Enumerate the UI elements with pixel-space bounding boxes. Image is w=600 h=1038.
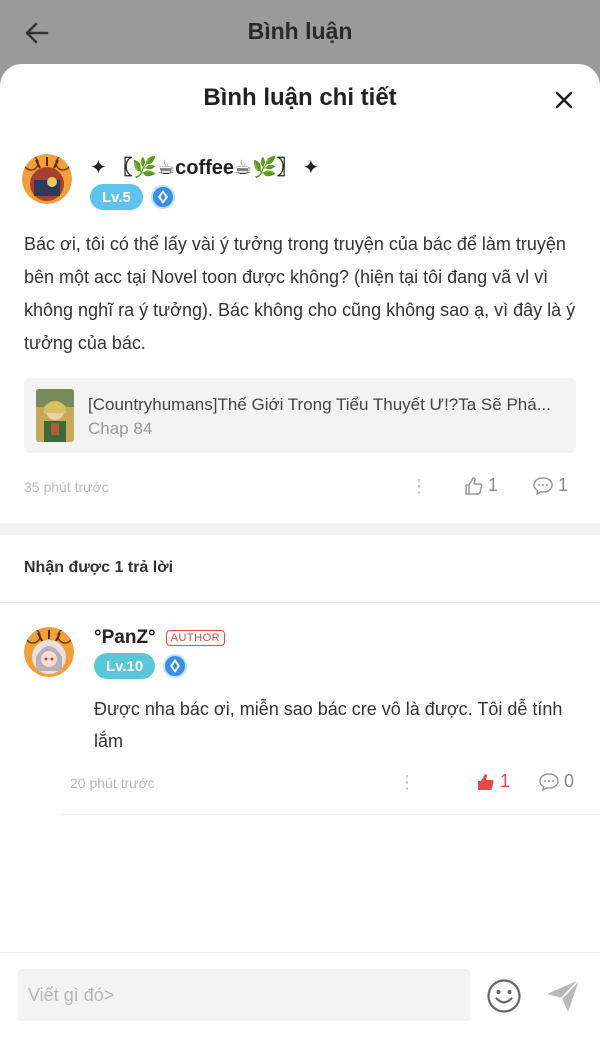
close-button[interactable] xyxy=(550,86,578,114)
avatar[interactable] xyxy=(24,627,74,677)
send-icon xyxy=(547,979,580,1012)
reply-button[interactable]: 1 xyxy=(532,475,568,496)
comment-icon xyxy=(533,476,553,495)
reply-count-value: 1 xyxy=(558,475,569,495)
story-title: [Countryhumans]Thế Giới Trong Tiểu Thuyế… xyxy=(88,395,551,414)
comment-text: Bác ơi, tôi có thể lấy vài ý tưởng trong… xyxy=(24,234,576,353)
reply-count-label: Nhận được 1 trả lời xyxy=(0,535,600,603)
more-options-button[interactable]: ⋮ xyxy=(398,773,416,791)
avatar[interactable] xyxy=(22,154,72,204)
story-cover-image xyxy=(36,389,74,442)
story-card[interactable]: [Countryhumans]Thế Giới Trong Tiểu Thuyế… xyxy=(24,378,576,453)
reply-username[interactable]: °PanZ° xyxy=(94,627,156,649)
section-divider xyxy=(0,523,600,535)
comment-input[interactable] xyxy=(18,969,470,1021)
level-badge: Lv.5 xyxy=(90,184,143,210)
story-chapter: Chap 84 xyxy=(88,419,153,438)
comment-detail-sheet: Bình luận chi tiết ✦ 〖🌿☕coffee☕🌿〗 ✦ Lv.5 xyxy=(0,64,600,1038)
app-bar-title: Bình luận xyxy=(247,18,353,44)
verified-badge-icon xyxy=(150,185,175,209)
reply-item: °PanZ° AUTHOR Lv.10 Được nha bác ơi, miễ… xyxy=(0,603,600,757)
comment-icon xyxy=(539,772,559,791)
level-badge: Lv.10 xyxy=(94,653,156,679)
like-button[interactable]: 1 xyxy=(464,475,498,496)
comment-composer xyxy=(0,952,600,1038)
thumbs-up-icon xyxy=(465,476,483,495)
tiger-avatar-icon xyxy=(22,154,72,204)
emoji-icon xyxy=(487,979,521,1013)
send-button[interactable] xyxy=(544,977,582,1015)
like-count: 1 xyxy=(500,771,511,791)
thumbs-up-filled-icon xyxy=(478,773,494,790)
reply-time: 20 phút trước xyxy=(70,775,155,791)
sheet-header: Bình luận chi tiết xyxy=(0,64,600,134)
sheet-title: Bình luận chi tiết xyxy=(203,84,397,111)
comment-time: 35 phút trước xyxy=(24,479,109,495)
verified-badge-icon xyxy=(163,654,188,678)
reply-button[interactable]: 0 xyxy=(538,771,574,792)
emoji-button[interactable] xyxy=(486,978,522,1014)
reply-text: Được nha bác ơi, miễn sao bác cre vô là … xyxy=(94,699,563,751)
comment-meta: 35 phút trước ⋮ 1 1 xyxy=(24,453,576,523)
like-count: 1 xyxy=(488,475,499,495)
reply-meta: 20 phút trước ⋮ 1 0 xyxy=(60,757,600,815)
username[interactable]: ✦ 〖🌿☕coffee☕🌿〗 ✦ xyxy=(90,151,576,180)
more-options-button[interactable]: ⋮ xyxy=(410,477,428,495)
like-button[interactable]: 1 xyxy=(476,771,510,792)
close-icon xyxy=(555,91,573,109)
author-badge: AUTHOR xyxy=(165,630,226,646)
main-comment: ✦ 〖🌿☕coffee☕🌿〗 ✦ Lv.5 Bác ơi, tôi có thể… xyxy=(0,134,600,523)
tiger-avatar-icon xyxy=(24,627,74,677)
reply-count-value: 0 xyxy=(564,771,575,791)
